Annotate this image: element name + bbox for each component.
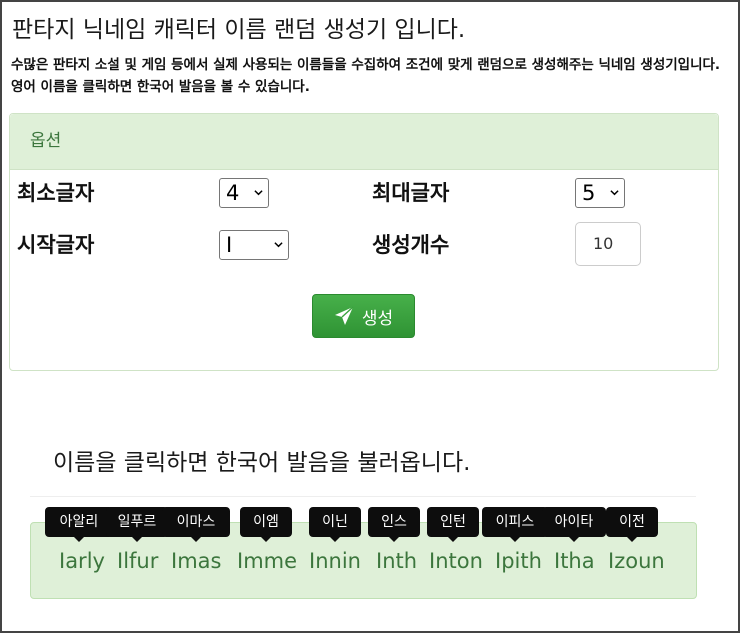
- generate-button[interactable]: 생성: [312, 294, 415, 338]
- result-name[interactable]: Imas: [171, 549, 221, 573]
- pronunciation-tooltip: 이피스: [482, 507, 548, 542]
- generate-label: 생성: [361, 308, 394, 329]
- result-name[interactable]: Innin: [309, 549, 361, 573]
- pronunciation-tooltip: 이엠: [240, 507, 292, 542]
- page-description: 수많은 판타지 소설 및 게임 등에서 실제 사용되는 이름들을 수집하여 조건…: [11, 57, 721, 95]
- pronunciation-tooltip: 이닌: [309, 507, 361, 542]
- results-hint: 이름을 클릭하면 한국어 발음을 불러옵니다.: [53, 450, 471, 476]
- chevron-down-icon: [274, 242, 283, 248]
- options-panel: 옵션 최소글자 4 최대글자 5 시작글자 I 생성개수 10 생성: [9, 113, 719, 371]
- count-label: 생성개수: [372, 233, 450, 257]
- result-name[interactable]: Ilfur: [117, 549, 158, 573]
- result-name[interactable]: Iarly: [59, 549, 105, 573]
- chevron-down-icon: [610, 190, 619, 196]
- page-title: 판타지 닉네임 캐릭터 이름 랜덤 생성기 입니다.: [12, 17, 466, 43]
- results-divider: [30, 496, 696, 497]
- max-length-label: 최대글자: [372, 181, 450, 205]
- result-name[interactable]: Izoun: [608, 549, 665, 573]
- pronunciation-tooltip: 아이타: [542, 507, 606, 542]
- pronunciation-tooltip: 이마스: [162, 507, 230, 542]
- max-length-value: 5: [582, 181, 596, 205]
- result-name[interactable]: Ipith: [495, 549, 542, 573]
- paper-plane-icon: [334, 306, 354, 325]
- min-length-label: 최소글자: [17, 181, 95, 205]
- start-letter-value: I: [226, 233, 233, 257]
- pronunciation-tooltip: 인스: [368, 507, 420, 542]
- pronunciation-tooltip: 이전: [606, 507, 658, 542]
- result-name[interactable]: Inton: [429, 549, 483, 573]
- pronunciation-tooltip: 일푸르: [106, 507, 168, 542]
- result-name[interactable]: Inth: [376, 549, 417, 573]
- result-name[interactable]: Itha: [554, 549, 595, 573]
- min-length-value: 4: [226, 181, 240, 205]
- chevron-down-icon: [254, 190, 263, 196]
- options-header: 옵션: [10, 114, 718, 170]
- min-length-select[interactable]: 4: [219, 178, 269, 208]
- count-input[interactable]: 10: [575, 222, 641, 266]
- start-letter-label: 시작글자: [17, 233, 95, 257]
- pronunciation-tooltip: 인턴: [427, 507, 479, 542]
- start-letter-select[interactable]: I: [219, 230, 289, 260]
- pronunciation-tooltip: 아알리: [45, 507, 113, 542]
- max-length-select[interactable]: 5: [575, 178, 625, 208]
- result-name[interactable]: Imme: [237, 549, 297, 573]
